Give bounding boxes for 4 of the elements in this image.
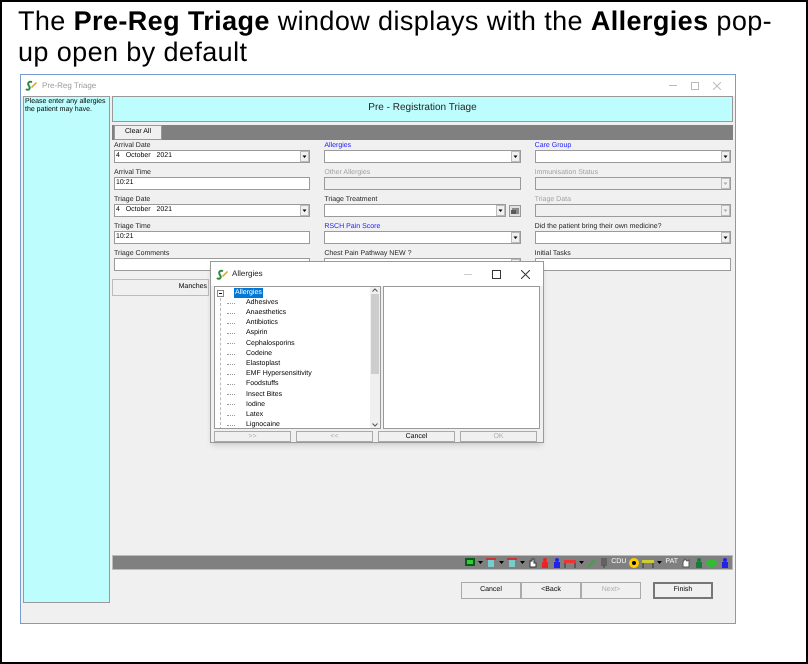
caption-text: The Pre-Reg Triage window displays with the Allergies pop-up open by default	[18, 6, 774, 68]
dialog-title: Allergies	[232, 268, 263, 280]
window-title: Pre-Reg Triage	[42, 80, 96, 92]
header-title: Pre - Registration Triage	[368, 101, 477, 115]
